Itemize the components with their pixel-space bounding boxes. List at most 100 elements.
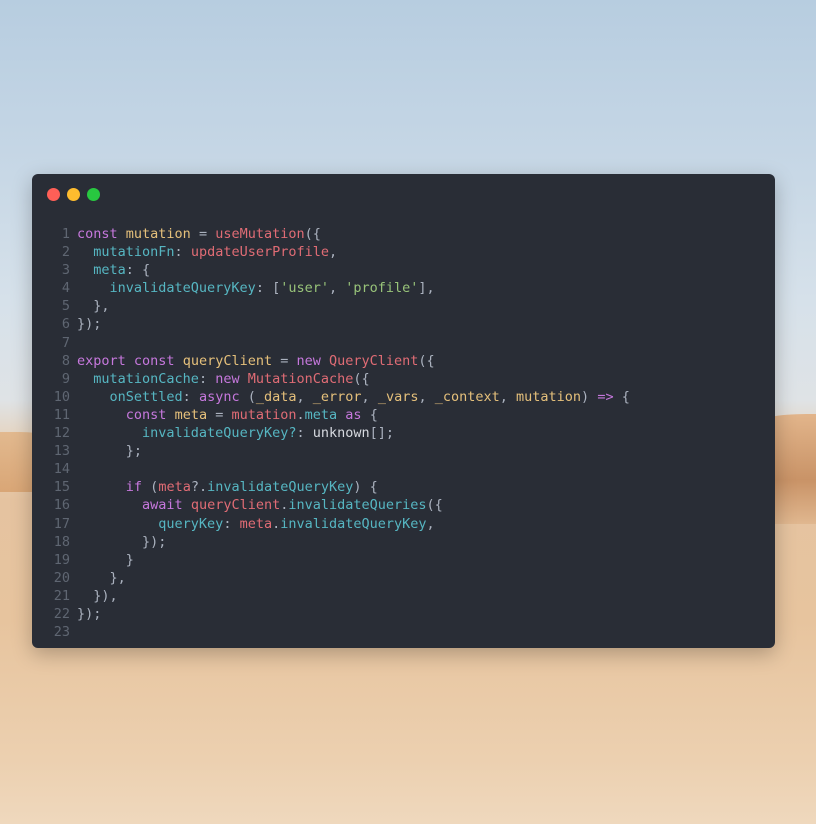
minimize-dot-icon[interactable] [67,188,80,201]
code-token: mutationCache [93,370,199,387]
code-token: 'profile' [345,280,419,297]
code-token: updateUserProfile [190,244,329,261]
code-token: : [182,388,199,405]
code-token: MutationCache [247,370,354,387]
code-token: }; [77,443,143,460]
code-token: = [272,352,297,369]
code-token: await [142,497,191,514]
code-token: _error [312,388,362,405]
code-token: 'user' [280,280,329,297]
code-token: }), [77,587,118,604]
line-number: 17 [53,515,70,532]
code-token: ({ [418,352,435,369]
code-token: mutation [516,388,582,405]
line-number: 21 [53,587,70,604]
code-token: queryKey [158,515,224,532]
code-line: 9 mutationCache: new MutationCache({ [32,370,630,388]
code-line: 20 }, [32,569,630,587]
code-token: }); [77,316,102,333]
code-token: invalidateQueries [288,497,427,514]
code-line: 13 }; [32,442,630,460]
code-line: 17 queryKey: meta.invalidateQueryKey, [32,515,630,533]
code-token: unknown [312,425,370,442]
code-token: meta [304,406,338,423]
code-block: 1 const mutation = useMutation({2 mutatio… [32,225,630,641]
code-token: : { [125,262,151,279]
code-line: 11 const meta = mutation.meta as { [32,406,630,424]
code-token: => [597,388,614,405]
code-token: : [296,425,313,442]
code-line: 12 invalidateQueryKey?: unknown[]; [32,424,630,442]
line-number: 9 [61,370,70,387]
line-number: 19 [53,551,70,568]
code-line: 23 [32,623,630,641]
code-line: 8 export const queryClient = new QueryCli… [32,352,630,370]
line-number: 23 [53,624,70,641]
line-number: 13 [53,443,70,460]
code-token: mutation [125,226,191,242]
code-token: }, [77,298,110,315]
code-token: ) [581,388,598,405]
code-line: 14 [32,460,630,478]
code-token: async [198,388,248,405]
code-token: ({ [353,370,370,387]
code-token: ({ [304,226,321,242]
code-line: 7 [32,334,630,352]
code-token: mutationFn [93,244,175,261]
line-number: 8 [61,352,70,369]
code-line: 15 if (meta?.invalidateQueryKey) { [32,478,630,496]
code-line: 2 mutationFn: updateUserProfile, [32,243,630,261]
line-number: 1 [61,226,70,242]
code-token: : [174,244,191,261]
code-token: new [296,352,329,369]
code-line: 3 meta: { [32,261,630,279]
code-token: . [296,406,305,423]
maximize-dot-icon[interactable] [87,188,100,201]
code-token: ?. [190,479,208,496]
code-token: , [418,388,435,405]
code-token: const [125,406,175,423]
code-token: []; [369,425,395,442]
line-number: 3 [61,262,70,279]
line-number: 4 [61,280,70,297]
line-number: 15 [53,479,70,496]
code-token: ) { [353,479,378,496]
close-dot-icon[interactable] [47,188,60,201]
code-token: if [125,479,151,496]
line-number: 5 [61,298,70,315]
code-token: , [329,280,346,297]
code-token: : [ [255,280,281,297]
line-number: 7 [61,334,70,351]
code-line: 1 const mutation = useMutation({ [32,225,630,243]
code-token: : [223,515,240,532]
code-token: , [499,388,517,405]
code-token: mutation [231,406,297,423]
code-token: _data [255,388,297,405]
code-token: , [328,244,338,261]
code-token: as [345,406,362,423]
code-token: onSettled [109,388,183,405]
code-token: export [77,352,134,369]
code-token: meta [158,479,191,496]
line-number: 16 [53,497,70,514]
code-token: const [133,352,183,369]
code-token: meta [93,262,126,279]
code-token: meta [174,406,208,423]
code-token: QueryClient [329,352,419,369]
code-token: queryClient [190,497,281,514]
code-line: 16 await queryClient.invalidateQueries({ [32,496,630,514]
code-token: useMutation [215,226,305,242]
code-token: . [272,515,281,532]
line-number: 14 [53,461,70,478]
code-token: invalidateQueryKey [280,515,427,532]
code-token: { [361,406,378,423]
code-token: }, [77,569,126,586]
code-token: ( [247,388,256,405]
